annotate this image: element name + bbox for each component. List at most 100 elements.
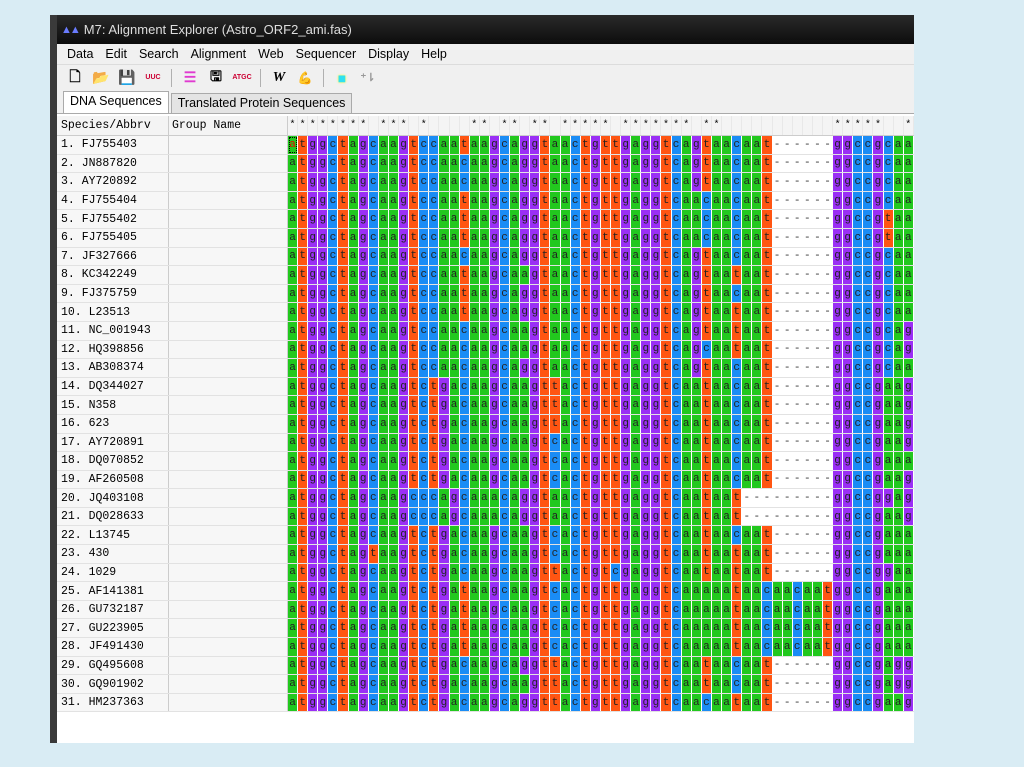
base-cell[interactable]: - (802, 507, 813, 526)
base-cell[interactable]: g (308, 414, 319, 433)
base-cell[interactable]: a (469, 303, 480, 321)
base-cell[interactable]: - (822, 210, 834, 228)
base-cell[interactable]: a (288, 191, 299, 210)
save-button[interactable]: 💾 (117, 68, 137, 88)
base-cell[interactable]: g (520, 656, 531, 675)
base-cell[interactable]: t (732, 507, 743, 526)
base-cell[interactable]: a (550, 136, 561, 154)
base-cell[interactable]: g (530, 619, 541, 638)
base-cell[interactable]: c (459, 321, 470, 340)
base-cell[interactable]: t (540, 619, 551, 638)
base-cell[interactable]: g (651, 545, 662, 563)
base-cell[interactable]: c (368, 582, 379, 600)
base-cell[interactable]: g (590, 526, 601, 545)
base-cell[interactable]: a (691, 210, 702, 228)
base-cell[interactable]: a (348, 396, 359, 414)
base-cell[interactable]: a (479, 154, 490, 173)
base-cell[interactable]: t (611, 154, 622, 173)
base-cell[interactable]: t (883, 210, 894, 228)
base-cell[interactable]: g (530, 154, 541, 173)
base-cell[interactable]: t (600, 489, 611, 507)
base-cell[interactable]: c (499, 191, 511, 210)
base-cell[interactable]: c (429, 266, 440, 284)
base-cell[interactable]: a (388, 507, 400, 526)
base-cell[interactable]: a (560, 489, 571, 507)
base-cell[interactable]: - (802, 433, 813, 452)
base-cell[interactable]: c (368, 210, 379, 228)
base-cell[interactable]: a (550, 154, 561, 173)
base-cell[interactable]: a (449, 284, 460, 303)
base-cell[interactable]: a (691, 619, 702, 638)
base-cell[interactable]: g (530, 675, 541, 693)
base-cell[interactable]: c (328, 210, 339, 228)
base-cell[interactable]: a (711, 359, 723, 377)
base-cell[interactable]: a (752, 154, 763, 173)
base-cell[interactable]: a (893, 228, 904, 247)
base-cell[interactable]: c (328, 600, 339, 619)
base-cell[interactable]: g (873, 563, 884, 582)
base-cell[interactable]: g (651, 154, 662, 173)
base-cell[interactable]: a (883, 433, 894, 452)
base-cell[interactable]: a (681, 526, 692, 545)
base-cell[interactable]: a (893, 340, 904, 359)
base-cell[interactable]: g (641, 582, 652, 600)
base-cell[interactable]: c (883, 359, 894, 377)
base-cell[interactable]: c (863, 582, 874, 600)
base-cell[interactable]: t (600, 247, 611, 266)
base-cell[interactable]: - (782, 693, 793, 712)
base-cell[interactable]: c (368, 247, 379, 266)
base-cell[interactable]: a (510, 638, 521, 656)
base-cell[interactable]: g (308, 452, 319, 470)
base-cell[interactable]: c (550, 619, 561, 638)
base-cell[interactable]: c (883, 247, 894, 266)
base-cell[interactable]: a (449, 526, 460, 545)
base-cell[interactable]: c (863, 340, 874, 359)
base-cell[interactable]: a (691, 452, 702, 470)
base-cell[interactable]: a (378, 377, 389, 396)
base-cell[interactable]: a (903, 173, 914, 191)
base-cell[interactable]: t (338, 433, 349, 452)
base-cell[interactable]: - (812, 526, 823, 545)
base-cell[interactable]: c (550, 582, 561, 600)
base-cell[interactable]: t (762, 414, 773, 433)
base-cell[interactable]: a (479, 545, 490, 563)
base-cell[interactable]: t (661, 173, 672, 191)
base-cell[interactable]: c (550, 452, 561, 470)
base-cell[interactable]: g (651, 638, 662, 656)
base-cell[interactable]: c (459, 396, 470, 414)
base-cell[interactable]: a (722, 489, 733, 507)
base-cell[interactable]: a (378, 396, 389, 414)
base-cell[interactable]: c (671, 154, 682, 173)
base-cell[interactable]: g (843, 173, 854, 191)
base-cell[interactable]: g (641, 247, 652, 266)
base-cell[interactable]: a (631, 284, 642, 303)
base-cell[interactable]: a (469, 526, 480, 545)
base-cell[interactable]: a (348, 545, 359, 563)
group-name[interactable] (169, 321, 288, 340)
base-cell[interactable]: a (631, 340, 642, 359)
base-cell[interactable]: g (843, 284, 854, 303)
base-cell[interactable]: a (288, 284, 299, 303)
base-cell[interactable]: g (651, 414, 662, 433)
base-cell[interactable]: g (621, 526, 632, 545)
base-cell[interactable]: - (802, 191, 813, 210)
base-cell[interactable]: - (772, 452, 783, 470)
menu-alignment[interactable]: Alignment (185, 47, 253, 61)
base-cell[interactable]: g (833, 191, 844, 210)
base-cell[interactable]: c (863, 507, 874, 526)
base-cell[interactable]: g (651, 619, 662, 638)
base-cell[interactable]: g (439, 675, 450, 693)
base-cell[interactable]: t (540, 563, 551, 582)
base-cell[interactable]: g (530, 526, 541, 545)
base-cell[interactable]: g (308, 191, 319, 210)
base-cell[interactable]: - (812, 173, 823, 191)
base-cell[interactable]: t (409, 675, 420, 693)
sequence-name[interactable]: 9. FJ375759 (57, 284, 169, 303)
base-cell[interactable]: a (520, 340, 531, 359)
base-cell[interactable]: c (419, 582, 430, 600)
base-cell[interactable]: t (732, 693, 743, 712)
base-cell[interactable]: a (752, 526, 763, 545)
base-cell[interactable]: t (611, 600, 622, 619)
base-cell[interactable]: t (409, 600, 420, 619)
base-cell[interactable]: a (711, 340, 723, 359)
